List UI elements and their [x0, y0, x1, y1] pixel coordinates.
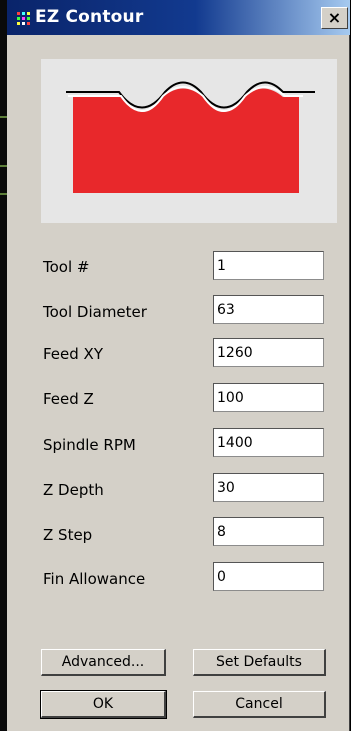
contour-preview: [41, 59, 337, 223]
contour-shape: [73, 88, 299, 193]
feed-xy-field[interactable]: [213, 338, 324, 367]
fin-allowance-label: Fin Allowance: [43, 570, 146, 588]
spindle-rpm-field[interactable]: [213, 428, 324, 457]
title-bar[interactable]: EZ Contour ×: [7, 0, 350, 35]
spindle-rpm-label: Spindle RPM: [43, 436, 136, 454]
edge-mark: [0, 116, 7, 118]
background-edge: [0, 0, 7, 731]
edge-mark: [0, 193, 7, 195]
z-depth-label: Z Depth: [43, 481, 104, 499]
edge-mark: [0, 165, 7, 167]
set-defaults-button[interactable]: Set Defaults: [193, 649, 326, 676]
tool-number-field[interactable]: [213, 251, 324, 280]
feed-z-field[interactable]: [213, 383, 324, 412]
ok-button[interactable]: OK: [40, 690, 167, 719]
fin-allowance-field[interactable]: [213, 562, 324, 591]
advanced-button[interactable]: Advanced...: [41, 649, 166, 676]
z-step-field[interactable]: [213, 517, 324, 546]
cancel-button[interactable]: Cancel: [193, 691, 326, 718]
ez-contour-dialog: EZ Contour × Tool # Tool Diameter Feed X…: [7, 0, 350, 731]
tool-diameter-label: Tool Diameter: [43, 303, 147, 321]
window-title: EZ Contour: [35, 7, 144, 27]
app-icon: [17, 12, 30, 25]
z-step-label: Z Step: [43, 526, 93, 544]
contour-illustration: [41, 59, 337, 223]
tool-diameter-field[interactable]: [213, 295, 324, 324]
feed-z-label: Feed Z: [43, 390, 94, 408]
close-icon: ×: [327, 8, 342, 27]
feed-xy-label: Feed XY: [43, 345, 103, 363]
close-button[interactable]: ×: [321, 7, 348, 29]
z-depth-field[interactable]: [213, 473, 324, 502]
tool-number-label: Tool #: [43, 258, 90, 276]
